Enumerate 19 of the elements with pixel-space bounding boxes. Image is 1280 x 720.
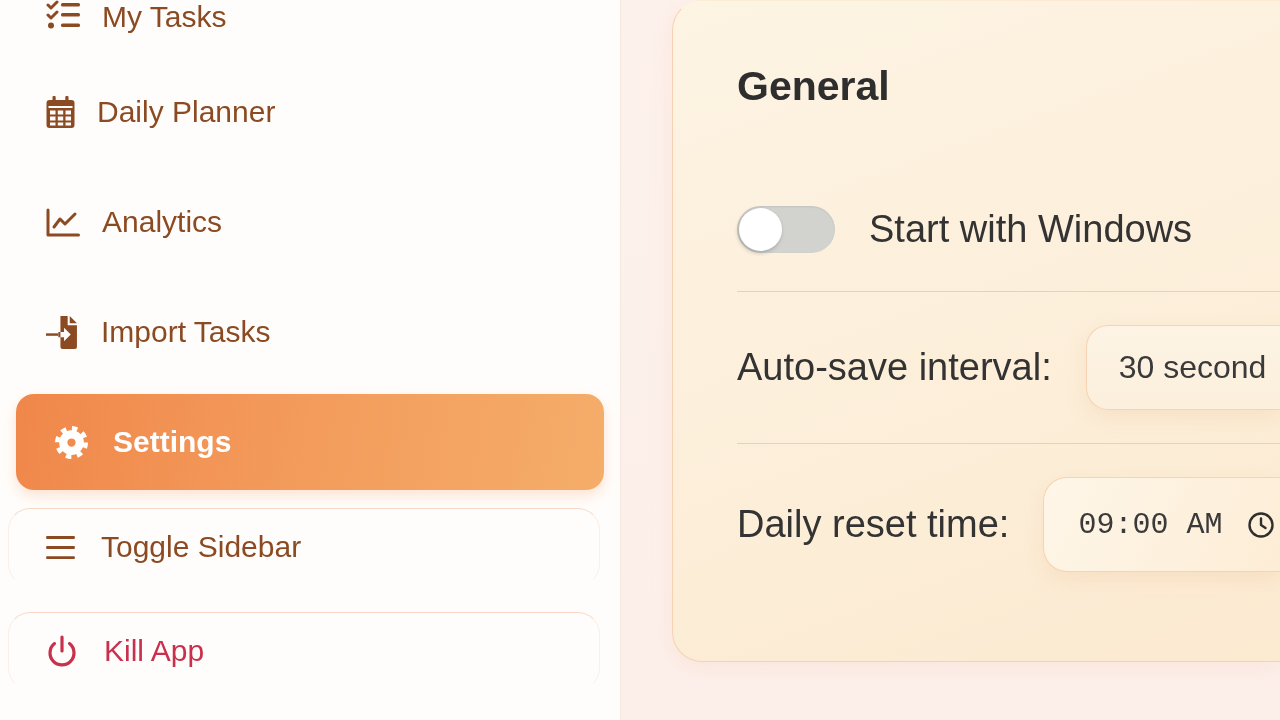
power-icon	[46, 635, 78, 667]
setting-label: Daily reset time:	[737, 503, 1010, 546]
time-field[interactable]: 09:00 AM	[1043, 477, 1280, 572]
section-title: General	[737, 62, 891, 110]
menu-icon	[46, 535, 75, 559]
toggle-switch[interactable]	[737, 206, 835, 253]
setting-label: Start with Windows	[869, 208, 1193, 251]
calendar-icon	[46, 96, 75, 128]
line-chart-icon	[46, 207, 80, 237]
sidebar-item[interactable]: My Tasks	[16, 0, 604, 50]
clock-icon	[1248, 511, 1275, 538]
file-import-icon	[46, 315, 79, 349]
checklist-icon	[46, 0, 80, 30]
sidebar-item[interactable]: Analytics	[16, 174, 604, 270]
sidebar-item[interactable]: Daily Planner	[16, 64, 604, 160]
dropdown[interactable]: 30 second	[1085, 325, 1280, 410]
sidebar-item[interactable]: Import Tasks	[16, 284, 604, 380]
gear-icon	[55, 425, 88, 459]
setting-label: Auto-save interval:	[737, 346, 1052, 389]
